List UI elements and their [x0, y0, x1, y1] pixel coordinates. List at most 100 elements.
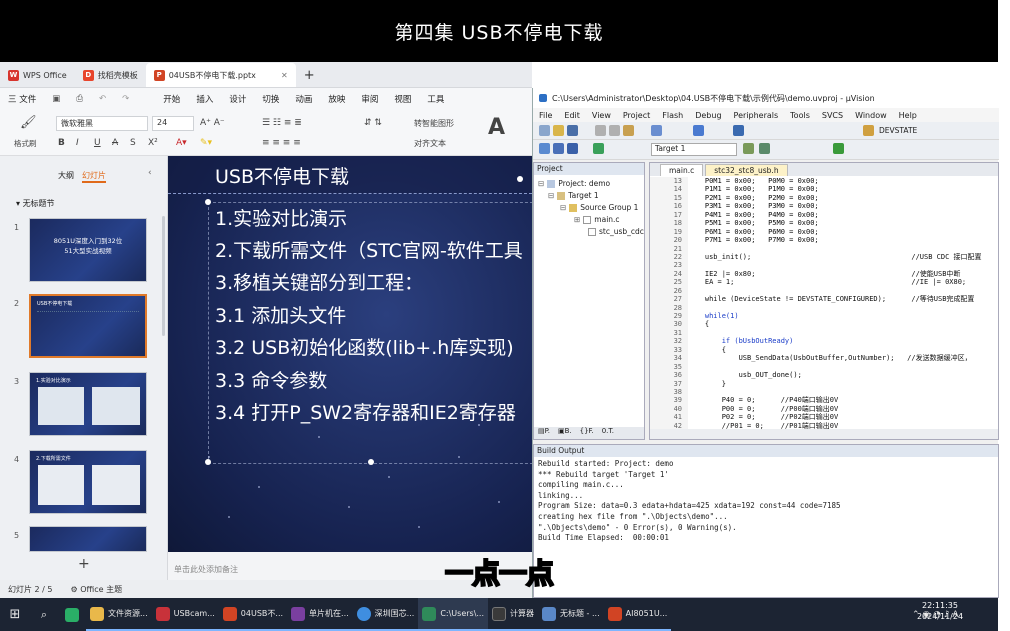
- bullet-list-icon[interactable]: ☰ ☷ ≡ ≣: [262, 118, 302, 128]
- menu-home[interactable]: 开始: [155, 93, 188, 105]
- tree-file-main-c[interactable]: ⊞ main.c: [574, 215, 620, 224]
- menu-slideshow[interactable]: 放映: [320, 93, 353, 105]
- resize-handle[interactable]: [205, 459, 211, 465]
- menu-edit[interactable]: Edit: [558, 111, 586, 120]
- paste-icon[interactable]: [623, 125, 634, 136]
- menu-review[interactable]: 审阅: [353, 93, 386, 105]
- resize-handle[interactable]: [205, 199, 211, 205]
- pack-installer-icon[interactable]: [833, 143, 844, 154]
- copy-icon[interactable]: [609, 125, 620, 136]
- start-menu-windows-icon[interactable]: ⊞: [0, 598, 30, 631]
- slide-thumbnail-2[interactable]: USB不停电下载: [29, 294, 147, 358]
- menu-file[interactable]: File: [533, 111, 558, 120]
- menu-transition[interactable]: 切换: [254, 93, 287, 105]
- menu-tools[interactable]: Tools: [784, 111, 816, 120]
- code-area[interactable]: 13 P0M1 = 0x00; P0M0 = 0x00; 14 P1M1 = 0x…: [650, 177, 998, 429]
- shadow-icon[interactable]: S: [130, 138, 136, 148]
- tab-slides[interactable]: 幻灯片: [82, 170, 106, 183]
- resize-handle[interactable]: [368, 459, 374, 465]
- tab-outline[interactable]: 大纲: [58, 170, 74, 181]
- tab-templates-icon[interactable]: 0.T.: [602, 427, 614, 439]
- menu-svcs[interactable]: SVCS: [816, 111, 849, 120]
- menu-window[interactable]: Window: [849, 111, 893, 120]
- taskbar-file-explorer[interactable]: 文件资源...: [86, 598, 152, 631]
- find-box[interactable]: DEVSTATE: [879, 126, 917, 135]
- thumbnail-scrollbar[interactable]: [162, 216, 165, 336]
- menu-animation[interactable]: 动画: [287, 93, 320, 105]
- grow-font-icon[interactable]: A⁺ A⁻: [200, 118, 225, 128]
- strikethrough-icon[interactable]: A: [112, 138, 118, 148]
- font-color-icon[interactable]: A▾: [176, 138, 187, 148]
- manage-components-icon[interactable]: [759, 143, 770, 154]
- tab-pptx-document[interactable]: P 04USB不停电下载.pptx ✕: [145, 63, 296, 87]
- font-family-select[interactable]: 微软雅黑: [56, 116, 148, 131]
- cut-icon[interactable]: [595, 125, 606, 136]
- tab-stc32-usb-h[interactable]: stc32_stc8_usb.h: [705, 164, 788, 176]
- taskbar-ai8051u-pdf[interactable]: AI8051U...: [603, 598, 672, 631]
- editor-horizontal-scrollbar[interactable]: [650, 429, 998, 439]
- taskbar-uvision[interactable]: C:\Users\...: [418, 598, 489, 631]
- menu-design[interactable]: 设计: [221, 93, 254, 105]
- font-size-select[interactable]: 24: [152, 116, 194, 131]
- close-tab-icon[interactable]: ✕: [281, 71, 288, 80]
- rotate-handle-icon[interactable]: [517, 176, 523, 182]
- new-tab-button[interactable]: +: [296, 63, 323, 87]
- tab-wps-office[interactable]: W WPS Office: [0, 63, 75, 87]
- menu-view[interactable]: View: [586, 111, 617, 120]
- format-painter-icon[interactable]: 🖌: [20, 115, 37, 130]
- target-options-icon[interactable]: [743, 143, 754, 154]
- highlight-icon[interactable]: ✎▾: [200, 138, 212, 148]
- theme-name[interactable]: ⚙ Office 主题: [71, 584, 123, 595]
- taskbar-usbcam[interactable]: USBcam...: [151, 598, 219, 631]
- slide-thumbnail-3[interactable]: 1.实验对比演示: [29, 372, 147, 436]
- slide-thumbnail-5[interactable]: [29, 526, 147, 552]
- clock[interactable]: 22:11:35 2024/11/24: [912, 600, 968, 622]
- navigate-back-icon[interactable]: [693, 125, 704, 136]
- collapse-panel-icon[interactable]: ‹: [148, 168, 152, 178]
- open-file-icon[interactable]: [553, 125, 564, 136]
- text-style-preview-icon[interactable]: A: [488, 115, 505, 140]
- tab-main-c[interactable]: main.c: [660, 164, 704, 176]
- save-icon[interactable]: [567, 125, 578, 136]
- add-slide-button[interactable]: +: [78, 556, 90, 572]
- taskbar-paint[interactable]: 无标题 - ...: [538, 598, 604, 631]
- redo-icon[interactable]: ↷: [114, 94, 137, 104]
- taskbar-calculator[interactable]: 计算器: [488, 598, 539, 631]
- menu-project[interactable]: Project: [617, 111, 656, 120]
- bookmark-icon[interactable]: [733, 125, 744, 136]
- superscript-icon[interactable]: X²: [148, 138, 158, 148]
- paragraph-align-icon[interactable]: ≡ ≡ ≡ ≡: [262, 138, 301, 148]
- undo-icon[interactable]: [651, 125, 662, 136]
- convert-smartart-button[interactable]: 转智能图形: [414, 118, 454, 129]
- wechat-icon[interactable]: [58, 598, 86, 631]
- underline-icon[interactable]: U: [94, 138, 101, 148]
- build-icon[interactable]: [553, 143, 564, 154]
- tab-project-icon[interactable]: ▤P.: [538, 427, 550, 439]
- section-label[interactable]: ▾ 无标题节: [16, 198, 55, 209]
- menu-tools[interactable]: 工具: [419, 93, 452, 105]
- text-direction-icon[interactable]: ⇵ ⇅: [364, 118, 382, 128]
- slide-title[interactable]: USB不停电下载: [215, 162, 349, 189]
- bold-icon[interactable]: B: [58, 138, 65, 148]
- tab-books-icon[interactable]: ▣B.: [558, 427, 572, 439]
- align-text-button[interactable]: 对齐文本: [414, 138, 446, 149]
- search-icon[interactable]: ⌕: [30, 598, 58, 631]
- print-icon[interactable]: ⎙: [68, 94, 91, 104]
- rebuild-icon[interactable]: [567, 143, 578, 154]
- menu-flash[interactable]: Flash: [656, 111, 689, 120]
- menu-debug[interactable]: Debug: [689, 111, 727, 120]
- italic-icon[interactable]: I: [76, 138, 79, 148]
- menu-file[interactable]: 三 文件: [0, 93, 44, 105]
- undo-icon[interactable]: ↶: [91, 94, 114, 104]
- download-icon[interactable]: [593, 143, 604, 154]
- tab-docer[interactable]: D 找稻壳模板: [75, 63, 146, 87]
- menu-peripherals[interactable]: Peripherals: [728, 111, 785, 120]
- tree-target[interactable]: ⊟ Target 1: [548, 191, 599, 200]
- translate-icon[interactable]: [539, 143, 550, 154]
- menu-insert[interactable]: 插入: [188, 93, 221, 105]
- target-select[interactable]: Target 1: [651, 143, 737, 156]
- new-file-icon[interactable]: [539, 125, 550, 136]
- taskbar-mcu-online[interactable]: 单片机在...: [287, 598, 353, 631]
- slide-thumbnail-4[interactable]: 2.下载所需文件: [29, 450, 147, 514]
- slide-thumbnail-1[interactable]: 8051U深度入门到32位 51大型实战视频: [29, 218, 147, 282]
